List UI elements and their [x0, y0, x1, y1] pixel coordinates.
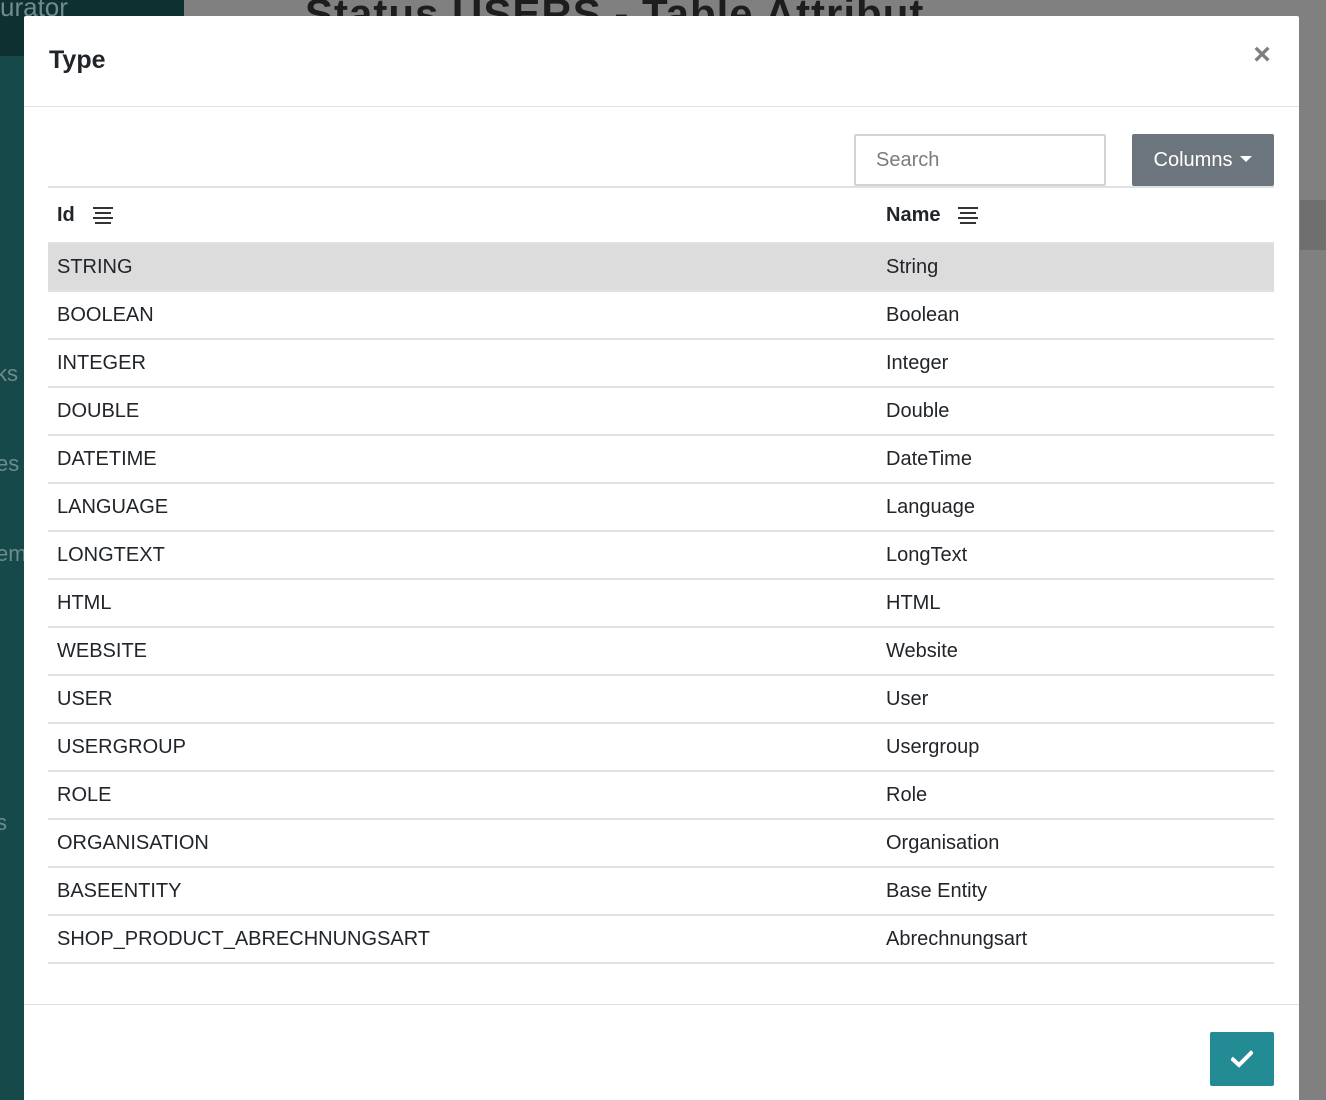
table-row[interactable]: WEBSITE Website	[48, 627, 1274, 676]
table-row[interactable]: LANGUAGE Language	[48, 483, 1274, 532]
background-nav-item: es	[0, 451, 20, 476]
table-row[interactable]: BOOLEAN Boolean	[48, 291, 1274, 340]
modal-footer	[24, 1004, 1299, 1100]
background-nav-item: ks	[0, 361, 18, 386]
table-row[interactable]: STRING String	[48, 243, 1274, 292]
confirm-button[interactable]	[1210, 1032, 1274, 1086]
table-row[interactable]: INTEGER Integer	[48, 339, 1274, 388]
table-row[interactable]: BASEENTITY Base Entity	[48, 867, 1274, 916]
type-table: Id Name STRING String BOOLEAN Boolean IN…	[48, 186, 1274, 978]
cell-id: WEBSITE	[48, 627, 877, 676]
column-header-label: Id	[57, 203, 75, 226]
column-header-label: Name	[886, 203, 941, 226]
cell-id: STRING	[48, 243, 877, 292]
cell-id: SHOP_PRODUCT_ABRECHNUNGSART	[48, 915, 877, 964]
table-row[interactable]: DATETIME DateTime	[48, 435, 1274, 484]
table-row[interactable]: USERGROUP Usergroup	[48, 723, 1274, 772]
cell-id: USER	[48, 675, 877, 724]
cell-name: Abrechnungsart	[877, 915, 1274, 964]
cell-name: Integer	[877, 339, 1274, 388]
background-nav-item: s	[0, 810, 7, 835]
table-row[interactable]: ORGANISATION Organisation	[48, 819, 1274, 868]
cell-name: DateTime	[877, 435, 1274, 484]
close-button[interactable]: ×	[1247, 40, 1277, 70]
cell-name: HTML	[877, 579, 1274, 628]
cell-name: Abrechnungsperiode	[877, 963, 1274, 978]
table-row[interactable]: USER User	[48, 675, 1274, 724]
columns-button-label: Columns	[1153, 148, 1233, 171]
cell-name: Organisation	[877, 819, 1274, 868]
cell-id: SHOP_PRODUCT_ABRECHNUNGSPERIODE	[48, 963, 877, 978]
type-modal: Type × Columns Id	[24, 16, 1299, 1100]
cell-name: User	[877, 675, 1274, 724]
cell-name: Language	[877, 483, 1274, 532]
background-nav-item: em	[0, 541, 27, 566]
cell-id: USERGROUP	[48, 723, 877, 772]
checkmark-icon	[1231, 1050, 1253, 1068]
cell-id: LANGUAGE	[48, 483, 877, 532]
sort-lines-icon[interactable]	[92, 206, 113, 224]
cell-name: Role	[877, 771, 1274, 820]
cell-name: String	[877, 243, 1274, 292]
table-row[interactable]: ROLE Role	[48, 771, 1274, 820]
cell-id: INTEGER	[48, 339, 877, 388]
cell-id: LONGTEXT	[48, 531, 877, 580]
cell-name: LongText	[877, 531, 1274, 580]
cell-id: ORGANISATION	[48, 819, 877, 868]
cell-name: Boolean	[877, 291, 1274, 340]
table-header-row: Id Name	[48, 186, 1274, 244]
close-icon: ×	[1253, 38, 1271, 71]
caret-down-icon	[1240, 156, 1253, 162]
modal-title: Type	[49, 46, 106, 74]
cell-id: HTML	[48, 579, 877, 628]
table-row[interactable]: DOUBLE Double	[48, 387, 1274, 436]
cell-name: Usergroup	[877, 723, 1274, 772]
columns-button[interactable]: Columns	[1132, 134, 1274, 186]
table-row[interactable]: HTML HTML	[48, 579, 1274, 628]
cell-id: DOUBLE	[48, 387, 877, 436]
cell-id: ROLE	[48, 771, 877, 820]
search-input[interactable]	[854, 134, 1106, 186]
table-row[interactable]: SHOP_PRODUCT_ABRECHNUNGSART Abrechnungsar…	[48, 915, 1274, 964]
cell-id: DATETIME	[48, 435, 877, 484]
table-row[interactable]: LONGTEXT LongText	[48, 531, 1274, 580]
background-strip	[1300, 200, 1326, 250]
type-table-container[interactable]: Id Name STRING String BOOLEAN Boolean IN…	[48, 186, 1274, 978]
cell-name: Base Entity	[877, 867, 1274, 916]
column-header-id[interactable]: Id	[48, 186, 877, 244]
table-row[interactable]: SHOP_PRODUCT_ABRECHNUNGSPERIODEAbrechnun…	[48, 963, 1274, 978]
cell-id: BASEENTITY	[48, 867, 877, 916]
cell-name: Website	[877, 627, 1274, 676]
column-header-name[interactable]: Name	[877, 186, 1274, 244]
cell-id: BOOLEAN	[48, 291, 877, 340]
cell-name: Double	[877, 387, 1274, 436]
sort-lines-icon[interactable]	[958, 206, 979, 224]
modal-header: Type ×	[24, 16, 1299, 107]
